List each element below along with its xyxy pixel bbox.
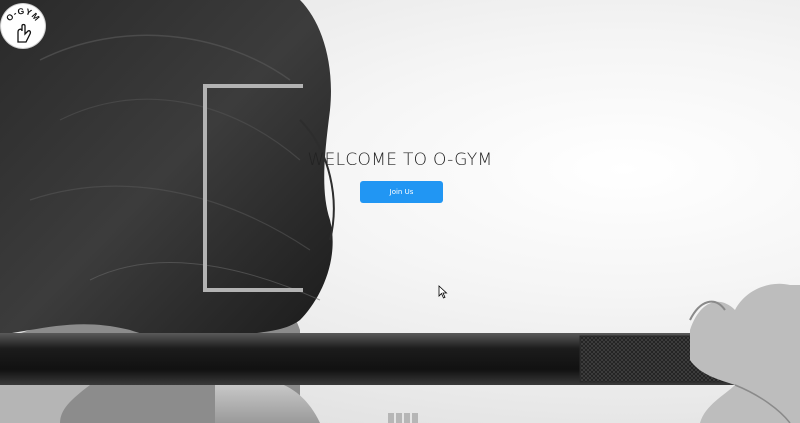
carousel-dot[interactable] bbox=[396, 413, 402, 423]
welcome-heading: WELCOME TO O-GYM bbox=[307, 150, 493, 170]
join-us-button[interactable]: Join Us bbox=[360, 181, 443, 203]
decorative-frame bbox=[203, 84, 303, 292]
logo-text: O-GYM bbox=[4, 6, 42, 23]
carousel-dot[interactable] bbox=[412, 413, 418, 423]
flexed-arm-icon: O-GYM bbox=[4, 6, 42, 43]
hero-background bbox=[0, 0, 800, 423]
svg-text:O-GYM: O-GYM bbox=[4, 6, 42, 23]
logo-badge[interactable]: O-GYM bbox=[1, 4, 45, 48]
carousel-dot[interactable] bbox=[404, 413, 410, 423]
carousel-dot[interactable] bbox=[388, 413, 394, 423]
hero-photo bbox=[0, 0, 800, 423]
mouse-pointer-icon bbox=[438, 285, 448, 299]
